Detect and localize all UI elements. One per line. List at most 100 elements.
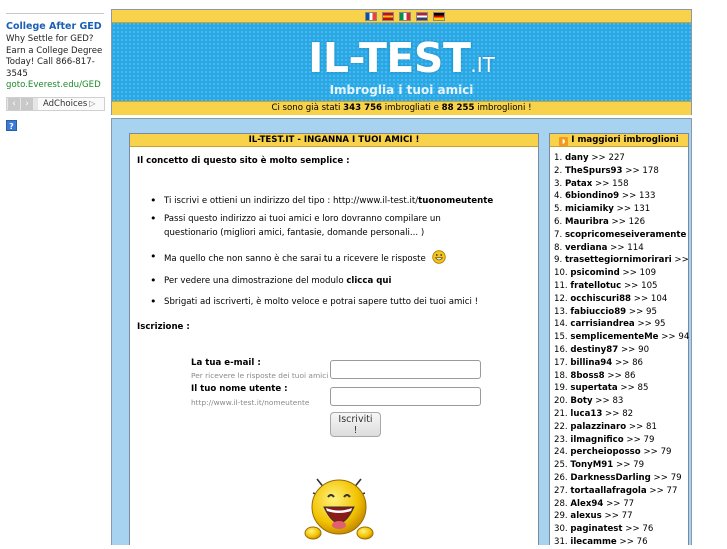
- site-subtitle: Imbroglia i tuoi amici: [329, 83, 474, 97]
- list-item[interactable]: 26. DarknessDarling >> 79: [554, 472, 690, 485]
- list-item[interactable]: 9. trasettegiornimorirari >> 110: [554, 254, 690, 267]
- list-item[interactable]: 18. 8boss8 >> 86: [554, 370, 690, 383]
- rank: 2.: [554, 165, 563, 176]
- ad-next-icon[interactable]: ›: [21, 98, 33, 110]
- language-flag-bar: [112, 10, 691, 23]
- bullet-icon: •: [150, 274, 157, 287]
- bullet-text: Per vedere una dimostrazione del modulo: [164, 276, 347, 286]
- player-name[interactable]: paginatest: [570, 524, 622, 534]
- list-item[interactable]: 10. psicomind >> 109: [554, 267, 690, 280]
- ad-text[interactable]: Why Settle for GED? Earn a College Degre…: [6, 34, 106, 80]
- player-name[interactable]: verdiana: [565, 243, 607, 253]
- list-item[interactable]: 20. Boty >> 83: [554, 395, 690, 408]
- demo-link[interactable]: clicca qui: [346, 276, 391, 286]
- player-name[interactable]: DarknessDarling: [570, 473, 650, 483]
- list-item[interactable]: 19. supertata >> 85: [554, 382, 690, 395]
- list-item[interactable]: 4. 6biondino9 >> 133: [554, 190, 690, 203]
- player-name[interactable]: TonyM91: [570, 460, 613, 470]
- laughing-smiley-icon: [304, 478, 374, 540]
- player-name[interactable]: trasettegiornimorirari: [565, 255, 672, 265]
- player-name[interactable]: scopricomeseiveramente: [565, 230, 686, 240]
- list-item[interactable]: 5. miciamiky >> 131: [554, 203, 690, 216]
- player-name[interactable]: billina94: [570, 358, 612, 368]
- ad-title[interactable]: College After GED: [6, 21, 108, 32]
- player-name[interactable]: miciamiky: [565, 204, 614, 214]
- player-name[interactable]: supertata: [570, 383, 617, 393]
- player-name[interactable]: Alex94: [570, 499, 603, 509]
- player-name[interactable]: psicomind: [570, 268, 619, 278]
- player-name[interactable]: Boty: [570, 396, 592, 406]
- flag-france-icon[interactable]: [365, 12, 377, 21]
- player-name[interactable]: 8boss8: [570, 371, 604, 381]
- list-item[interactable]: 15. semplicementeMe >> 94: [554, 331, 690, 344]
- score-arrow: >>: [622, 524, 643, 535]
- rank: 24.: [554, 447, 568, 458]
- list-item[interactable]: 16. destiny87 >> 90: [554, 344, 690, 357]
- list-item[interactable]: 7. scopricomeseiveramente >> 124: [554, 229, 690, 242]
- player-name[interactable]: TheSpurs93: [565, 166, 623, 176]
- list-item[interactable]: 11. fratellotuc >> 105: [554, 280, 690, 293]
- player-name[interactable]: palazzinaro: [570, 422, 626, 432]
- player-name[interactable]: dany: [565, 153, 589, 163]
- list-item[interactable]: 1. dany >> 227: [554, 152, 690, 165]
- player-name[interactable]: percheioposso: [570, 447, 640, 457]
- flag-uk-us-icon[interactable]: [416, 12, 428, 21]
- player-name[interactable]: carrisiandrea: [570, 319, 634, 329]
- flag-italy-icon[interactable]: [399, 12, 411, 21]
- email-field[interactable]: [330, 360, 481, 379]
- list-item[interactable]: 14. carrisiandrea >> 95: [554, 318, 690, 331]
- list-item[interactable]: 24. percheioposso >> 79: [554, 446, 690, 459]
- flag-spain-icon[interactable]: [382, 12, 394, 21]
- ad-link[interactable]: goto.Everest.edu/GED: [6, 80, 101, 90]
- list-item[interactable]: 25. TonyM91 >> 79: [554, 459, 690, 472]
- player-name[interactable]: ilmagnifico: [570, 435, 623, 445]
- list-item[interactable]: 29. alexus >> 77: [554, 510, 690, 523]
- player-name[interactable]: luca13: [570, 409, 602, 419]
- ad-prev-icon[interactable]: ‹: [8, 98, 20, 110]
- list-item[interactable]: 21. luca13 >> 82: [554, 408, 690, 421]
- list-item[interactable]: 23. ilmagnifico >> 79: [554, 434, 690, 447]
- score-arrow: >>: [601, 511, 622, 522]
- player-name[interactable]: destiny87: [570, 345, 618, 355]
- rss-icon[interactable]: ◗: [559, 137, 569, 146]
- list-item[interactable]: 27. tortaallafragola >> 77: [554, 485, 690, 498]
- rank: 17.: [554, 357, 568, 368]
- player-name[interactable]: Mauribra: [565, 217, 609, 227]
- flag-germany-icon[interactable]: [433, 12, 445, 21]
- score: 85: [637, 383, 649, 394]
- list-item[interactable]: 31. ilecamme >> 76: [554, 536, 690, 549]
- rank: 6.: [554, 216, 563, 227]
- list-item[interactable]: 3. Patax >> 158: [554, 178, 690, 191]
- player-name[interactable]: 6biondino9: [565, 191, 619, 201]
- player-name[interactable]: fratellotuc: [570, 281, 621, 291]
- rank: 31.: [554, 536, 568, 547]
- player-name[interactable]: Patax: [565, 179, 592, 189]
- signup-button[interactable]: Iscriviti !: [330, 412, 381, 437]
- list-item[interactable]: 8. verdiana >> 114: [554, 242, 690, 255]
- list-item[interactable]: 22. palazzinaro >> 81: [554, 421, 690, 434]
- score: 76: [642, 524, 654, 535]
- player-name[interactable]: tortaallafragola: [570, 486, 646, 496]
- player-name[interactable]: fabiuccio89: [570, 307, 626, 317]
- list-item[interactable]: 17. billina94 >> 86: [554, 357, 690, 370]
- help-icon[interactable]: ?: [6, 120, 17, 131]
- list-item[interactable]: 13. fabiuccio89 >> 95: [554, 306, 690, 319]
- bullet-text: Ti iscrivi e ottieni un indirizzo del ti…: [164, 196, 419, 206]
- list-item[interactable]: 28. Alex94 >> 77: [554, 498, 690, 511]
- adchoices-button[interactable]: AdChoices ▷: [38, 98, 104, 110]
- score: 90: [638, 344, 650, 355]
- player-name[interactable]: ilecamme: [570, 537, 616, 547]
- player-name[interactable]: semplicementeMe: [570, 332, 658, 342]
- list-item[interactable]: 30. paginatest >> 76: [554, 523, 690, 536]
- list-item[interactable]: 12. occhiscuri88 >> 104: [554, 293, 690, 306]
- score-arrow: >>: [622, 165, 643, 176]
- list-item[interactable]: 6. Mauribra >> 126: [554, 216, 690, 229]
- username-field[interactable]: [330, 387, 481, 406]
- list-item[interactable]: 2. TheSpurs93 >> 178: [554, 165, 690, 178]
- stats-suffix: imbroglioni !: [474, 103, 532, 113]
- site-logo[interactable]: IL-TEST.IT: [112, 38, 691, 85]
- score: 95: [654, 319, 666, 330]
- rank: 13.: [554, 306, 568, 317]
- player-name[interactable]: alexus: [570, 511, 601, 521]
- player-name[interactable]: occhiscuri88: [570, 294, 631, 304]
